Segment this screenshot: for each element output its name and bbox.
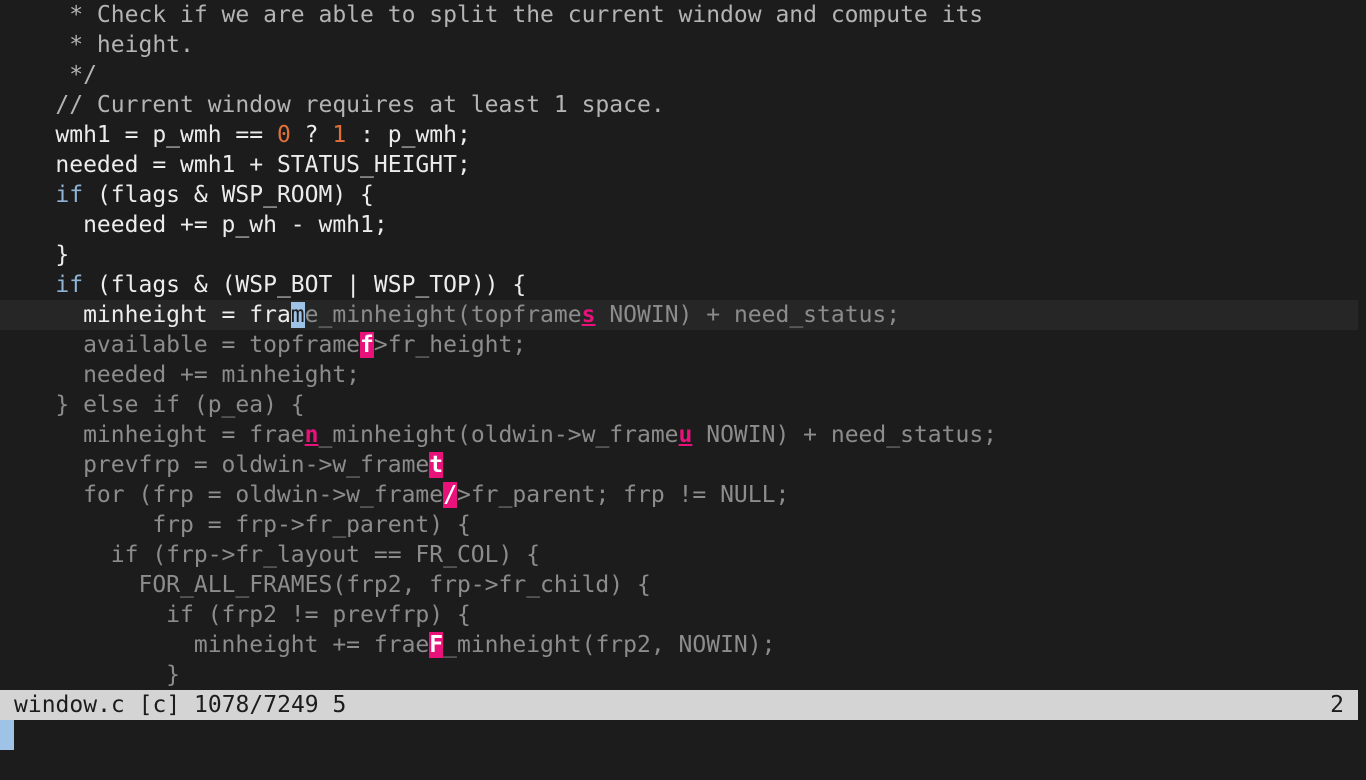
code-text: needed = wmh1 + STATUS_HEIGHT; [0,152,471,178]
code-text: NOWIN) + need_status; [595,302,901,328]
number-token: 0 [276,122,291,148]
code-line[interactable]: prevfrp = oldwin->w_framet [0,450,444,480]
jump-hint-label: n [304,422,319,448]
code-line[interactable]: */ [0,60,97,90]
number-token: 1 [332,122,347,148]
code-text: ? [290,122,333,148]
code-line[interactable]: for (frp = oldwin->w_frame/>fr_parent; f… [0,480,789,510]
code-line[interactable]: } [0,240,69,270]
code-line[interactable]: * height. [0,30,194,60]
code-text: } else if (p_ea) { [0,392,305,418]
code-text: minheight += frae [0,632,430,658]
code-text: FOR_ALL_FRAMES(frp2, frp->fr_child) { [0,572,651,598]
jump-hint-label: t [429,452,444,478]
code-line[interactable]: if (frp2 != prevfrp) { [0,600,471,630]
code-line[interactable]: * Check if we are able to split the curr… [0,0,983,30]
code-line[interactable]: minheight += fraeF_minheight(frp2, NOWIN… [0,630,775,660]
status-column-indicator: 2 [1330,692,1344,718]
code-line[interactable]: } else if (p_ea) { [0,390,305,420]
code-text: _minheight(oldwin->w_frame [318,422,679,448]
code-text: e_minheight(topframe [304,302,582,328]
code-line[interactable]: FOR_ALL_FRAMES(frp2, frp->fr_child) { [0,570,651,600]
keyword-token: if [55,272,84,298]
code-text: NOWIN) + need_status; [692,422,998,448]
comment-text: * Check if we are able to split the curr… [0,2,984,28]
code-text: >fr_height; [373,332,527,358]
code-text: minheight = fra [0,302,291,328]
code-text: minheight = frae [0,422,305,448]
comment-text: */ [0,62,97,88]
code-text: >fr_parent; frp != NULL; [456,482,790,508]
code-text: : p_wmh; [346,122,471,148]
code-line[interactable]: needed += p_wh - wmh1; [0,210,388,240]
keyword-token: if [55,182,84,208]
code-text: } [0,242,70,268]
code-text: _minheight(frp2, NOWIN); [443,632,776,658]
code-line[interactable]: if (flags & (WSP_BOT | WSP_TOP)) { [0,270,526,300]
comment-text: // Current window requires at least 1 sp… [0,92,665,118]
code-line[interactable]: needed = wmh1 + STATUS_HEIGHT; [0,150,471,180]
code-line[interactable]: // Current window requires at least 1 sp… [0,90,665,120]
jump-hint-label: f [360,332,374,358]
status-file-info: window.c [c] 1078/7249 5 [14,692,347,718]
code-line[interactable]: minheight = fraen_minheight(oldwin->w_fr… [0,420,997,450]
status-line: window.c [c] 1078/7249 5 2 [0,690,1358,720]
jump-hint-label: u [678,422,693,448]
code-text: } [0,662,181,688]
code-line[interactable]: available = topframef>fr_height; [0,330,526,360]
code-text: prevfrp = oldwin->w_frame [0,452,430,478]
code-text: wmh1 = p_wmh == [0,122,277,148]
code-text: (flags & WSP_ROOM) { [83,182,374,208]
code-text: frp = frp->fr_parent) { [0,512,471,538]
code-line[interactable]: wmh1 = p_wmh == 0 ? 1 : p_wmh; [0,120,471,150]
text-cursor: m [290,302,305,328]
code-line[interactable]: needed += minheight; [0,360,360,390]
code-line[interactable]: frp = frp->fr_parent) { [0,510,471,540]
code-text: needed += p_wh - wmh1; [0,212,388,238]
code-line[interactable]: } [0,660,180,690]
code-line[interactable]: if (flags & WSP_ROOM) { [0,180,374,210]
cursor-line[interactable]: minheight = frame_minheight(topframes NO… [0,300,1358,330]
jump-hint-label: F [429,632,444,658]
code-text: needed += minheight; [0,362,361,388]
comment-text: * height. [0,32,194,58]
code-line[interactable]: if (frp->fr_layout == FR_COL) { [0,540,540,570]
code-text: for (frp = oldwin->w_frame [0,482,444,508]
code-text: if (frp->fr_layout == FR_COL) { [0,542,541,568]
jump-hint-label: s [581,302,596,328]
editor-buffer[interactable]: * Check if we are able to split the curr… [0,0,1358,690]
code-text: if (frp2 != prevfrp) { [0,602,471,628]
code-text: (flags & (WSP_BOT | WSP_TOP)) { [83,272,527,298]
code-text: available = topframe [0,332,361,358]
command-cursor [0,720,14,750]
command-line[interactable] [0,720,1366,768]
jump-hint-label: / [443,482,457,508]
